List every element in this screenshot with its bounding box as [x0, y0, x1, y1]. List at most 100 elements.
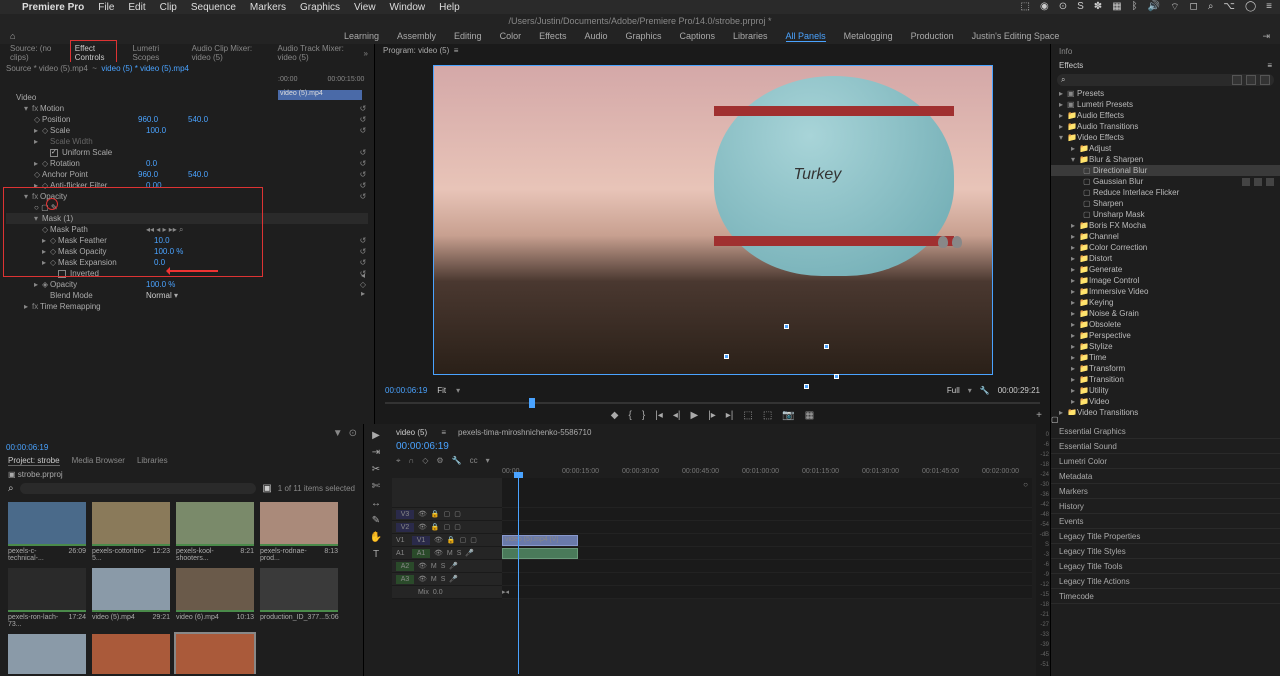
stopwatch-icon[interactable]: ◇ [42, 159, 50, 168]
track-v1[interactable]: V1 [412, 536, 430, 545]
effects-presets[interactable]: Presets [1077, 89, 1104, 98]
project-clip[interactable]: pexels-tima-miros...12:21 [176, 634, 254, 674]
effects-blursharpen[interactable]: Blur & Sharpen [1089, 155, 1143, 164]
timeline-tab-active[interactable]: video (5) [396, 428, 427, 437]
effects-generate[interactable]: Generate [1089, 265, 1122, 274]
program-timecode-left[interactable]: 00:00:06:19 [385, 386, 427, 395]
effect-reduce-flicker[interactable]: Reduce Interlace Flicker [1093, 188, 1179, 197]
effects-search[interactable]: ⌕ [1057, 74, 1274, 86]
ec-rotation-value[interactable]: 0.0 [146, 159, 196, 168]
effects-tab[interactable]: Effects≡ [1051, 58, 1280, 72]
go-to-out-icon[interactable]: ▸| [726, 410, 734, 421]
ec-antiflicker-value[interactable]: 0.00 [146, 181, 196, 190]
dropdown-icon[interactable]: ▾ [174, 291, 178, 300]
menu-graphics[interactable]: Graphics [300, 2, 340, 13]
twirl-icon[interactable]: ▸ [1059, 122, 1067, 131]
menu-view[interactable]: View [354, 2, 376, 13]
effects-utility[interactable]: Utility [1089, 386, 1109, 395]
track-a3[interactable]: A3 [396, 575, 414, 584]
status-icon[interactable]: ◉ [1040, 1, 1049, 14]
step-back-icon[interactable]: ◂| [673, 410, 681, 421]
effects-channel[interactable]: Channel [1089, 232, 1119, 241]
effects-colorcorr[interactable]: Color Correction [1089, 243, 1147, 252]
status-icon[interactable]: ⬚ [1021, 1, 1030, 14]
ec-blend-value[interactable]: Normal [146, 291, 172, 300]
reset-icon[interactable]: ↺ [358, 247, 368, 256]
timeline-tracks[interactable]: ○ V3👁🔒▢▢ V2👁🔒▢▢ V1V1👁🔒▢▢video (5).mp4 [V… [392, 478, 1032, 674]
effects-search-input[interactable] [1065, 76, 1232, 85]
side-panel-tab[interactable]: Legacy Title Properties [1051, 529, 1280, 544]
twirl-icon[interactable]: ▾ [34, 214, 42, 223]
yuv-icon[interactable] [1260, 75, 1270, 85]
battery-icon[interactable]: ◻ [1190, 1, 1198, 14]
project-clip[interactable]: video (6).mp410:13 [176, 568, 254, 628]
ec-mask1[interactable]: Mask (1) [42, 214, 73, 223]
menu-help[interactable]: Help [439, 2, 460, 13]
twirl-icon[interactable]: ▸ [24, 302, 32, 311]
workspace-graphics[interactable]: Graphics [625, 31, 661, 42]
project-clip[interactable]: video (5).mp429:21 [92, 568, 170, 628]
timeline-clip-a1[interactable] [502, 548, 578, 559]
keyframe-nav[interactable]: ◂ ◇ ▸ [358, 271, 368, 298]
workspace-production[interactable]: Production [911, 31, 954, 42]
workspace-effects[interactable]: Effects [539, 31, 566, 42]
reset-icon[interactable]: ↺ [358, 258, 368, 267]
track-a2[interactable]: A2 [396, 562, 414, 571]
accel-icon[interactable] [1232, 75, 1242, 85]
effects-video-transitions[interactable]: Video Transitions [1077, 408, 1138, 415]
bluetooth-icon[interactable]: ᛒ [1132, 1, 1138, 14]
effects-video[interactable]: Video [1089, 397, 1109, 406]
track-select-tool-icon[interactable]: ⇥ [372, 447, 380, 458]
side-panel-tab[interactable]: History [1051, 499, 1280, 514]
side-panel-tab[interactable]: Legacy Title Tools [1051, 559, 1280, 574]
play-icon[interactable]: ▶ [690, 410, 698, 421]
zoom-scroll[interactable]: ○ [1023, 480, 1028, 489]
workspace-captions[interactable]: Captions [680, 31, 716, 42]
stopwatch-icon[interactable]: ◈ [42, 280, 50, 289]
link-icon[interactable]: ∩ [409, 456, 415, 466]
wrench-icon[interactable]: 🔧 [452, 456, 462, 466]
workspace-learning[interactable]: Learning [344, 31, 379, 42]
twirl-icon[interactable]: ▸ [34, 159, 42, 168]
twirl-icon[interactable]: ▸ [42, 236, 50, 245]
reset-icon[interactable]: ↺ [358, 159, 368, 168]
menu-window[interactable]: Window [390, 2, 426, 13]
toggle-output-icon[interactable]: 👁 [418, 510, 427, 518]
slip-tool-icon[interactable]: ↔ [371, 498, 381, 509]
timeline-timecode[interactable]: 00:00:06:19 [392, 439, 1032, 454]
twirl-icon[interactable]: ▸ [1071, 144, 1079, 153]
stopwatch-icon[interactable]: ◇ [42, 181, 50, 190]
ec-maskopacity-value[interactable]: 100.0 % [154, 247, 204, 256]
wrench-icon[interactable]: 🔧 [980, 386, 990, 395]
menu-markers[interactable]: Markers [250, 2, 286, 13]
workspace-custom[interactable]: Justin's Editing Space [972, 31, 1060, 42]
type-tool-icon[interactable]: T [373, 549, 379, 560]
effects-perspective[interactable]: Perspective [1089, 331, 1131, 340]
menu-edit[interactable]: Edit [128, 2, 145, 13]
info-tab[interactable]: Info [1051, 44, 1280, 58]
side-panel-tab[interactable]: Timecode [1051, 589, 1280, 604]
timeline-ruler[interactable]: 00:00 00:00:15:00 00:00:30:00 00:00:45:0… [502, 468, 1032, 478]
twirl-icon[interactable]: ▾ [1071, 155, 1079, 164]
workspace-assembly[interactable]: Assembly [397, 31, 436, 42]
twirl-icon[interactable]: ▸ [1059, 89, 1067, 98]
go-to-in-icon[interactable]: |◂ [655, 410, 663, 421]
export-frame-icon[interactable]: 📷 [782, 410, 794, 421]
effect-sharpen[interactable]: Sharpen [1093, 199, 1123, 208]
tabs-overflow-icon[interactable]: » [364, 49, 368, 58]
razor-tool-icon[interactable]: ✄ [372, 481, 380, 492]
ec-scale-value[interactable]: 100.0 [146, 126, 196, 135]
program-zoom[interactable]: Fit [437, 386, 446, 395]
track-v3[interactable]: V3 [396, 510, 414, 519]
extract-icon[interactable]: ⬚ [763, 410, 772, 421]
tab-libraries[interactable]: Libraries [137, 456, 168, 466]
reset-icon[interactable]: ↺ [358, 148, 368, 157]
twirl-icon[interactable]: ▸ [34, 181, 42, 190]
side-panel-tab[interactable]: Events [1051, 514, 1280, 529]
stopwatch-icon[interactable]: ◇ [42, 126, 50, 135]
mix-value[interactable]: 0.0 [433, 589, 443, 596]
effect-unsharp[interactable]: Unsharp Mask [1093, 210, 1145, 219]
workspace-color[interactable]: Color [500, 31, 522, 42]
marker-icon[interactable]: ◆ [611, 410, 619, 421]
twirl-icon[interactable]: ▸ [1059, 111, 1067, 120]
